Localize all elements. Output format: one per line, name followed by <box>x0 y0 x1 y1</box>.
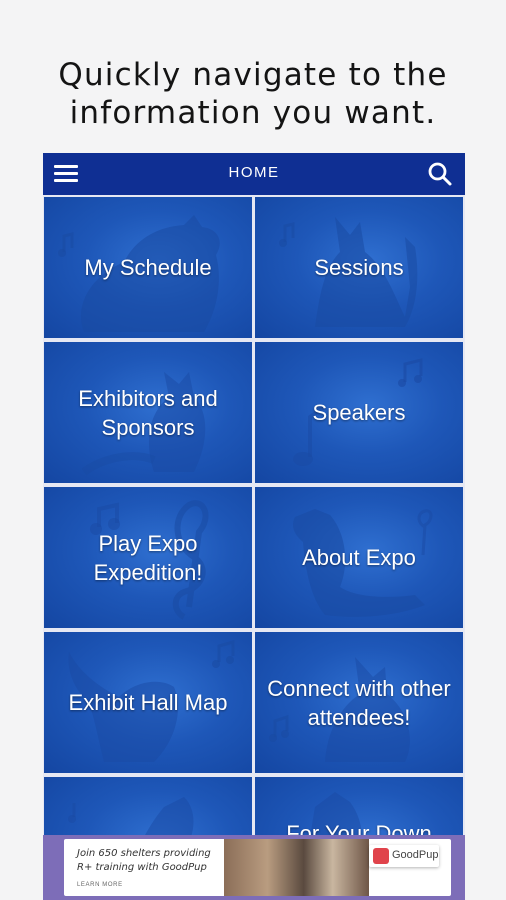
tile-sessions[interactable]: Sessions <box>255 197 463 338</box>
tile-my-schedule[interactable]: My Schedule <box>44 197 252 338</box>
tile-connect-with-other-attendees[interactable]: Connect with other attendees! <box>255 632 463 773</box>
ad-text: Join 650 shelters providing R+ training … <box>77 847 217 875</box>
ad-card[interactable]: Join 650 shelters providing R+ training … <box>64 839 451 896</box>
tile-label-line-2: Expedition! <box>93 559 203 585</box>
caption-line-1: Quickly navigate to the <box>58 57 448 93</box>
tile-label-line-1: Play Expo <box>98 530 198 556</box>
tile-label-line-2: Sponsors <box>101 414 195 440</box>
tile-exhibitors-and-sponsors[interactable]: Exhibitors and Sponsors <box>44 342 252 483</box>
tile-label-line-1: My Schedule <box>84 255 212 280</box>
tile-speakers[interactable]: Speakers <box>255 342 463 483</box>
goodpup-logo-icon <box>373 848 389 864</box>
advertisement-banner[interactable]: Join 650 shelters providing R+ training … <box>43 835 465 900</box>
tile-label-line-2: attendees! <box>307 704 411 730</box>
caption-line-2: information you want. <box>69 95 437 131</box>
tile-label-line-1: Speakers <box>312 400 406 425</box>
tile-about-expo[interactable]: About Expo <box>255 487 463 628</box>
app-screen: HOME My Schedule Sessions Exhibitors and… <box>43 153 465 900</box>
ad-dog-photo <box>224 839 369 896</box>
tile-exhibit-hall-map[interactable]: Exhibit Hall Map <box>44 632 252 773</box>
ad-text-line-2: R+ training with GoodPup <box>77 862 207 873</box>
top-app-bar: HOME <box>43 153 465 195</box>
caption: Quickly navigate to the information you … <box>0 56 506 132</box>
ad-brand-name: GoodPup <box>392 849 439 861</box>
ad-brand-badge: GoodPup <box>369 845 439 867</box>
ad-text-line-1: Join 650 shelters providing <box>77 848 211 859</box>
tile-label-line-1: Exhibit Hall Map <box>68 690 228 715</box>
page-title: HOME <box>228 164 280 181</box>
tile-label-line-1: Sessions <box>314 255 404 280</box>
tile-label-line-1: Connect with other <box>267 675 451 701</box>
tile-label-line-1: Exhibitors and <box>78 385 218 411</box>
search-icon[interactable] <box>427 161 453 187</box>
tile-label-line-1: About Expo <box>302 545 416 570</box>
tile-play-expo-expedition[interactable]: Play Expo Expedition! <box>44 487 252 628</box>
ad-learn-more-link[interactable]: LEARN MORE <box>77 882 123 888</box>
